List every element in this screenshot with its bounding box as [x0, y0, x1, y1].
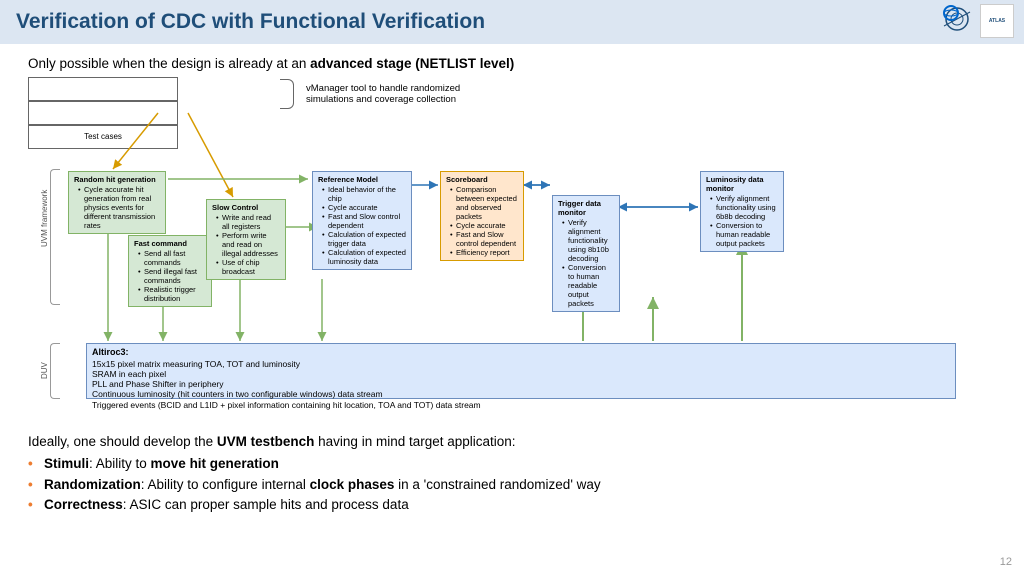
bullet-stimuli: Stimuli: Ability to move hit generation [28, 454, 601, 474]
subtitle: Only possible when the design is already… [0, 44, 1024, 75]
altiroc-box: Altiroc3: 15x15 pixel matrix measuring T… [86, 343, 956, 399]
cern-logo [942, 4, 976, 38]
bottom-text: Ideally, one should develop the UVM test… [28, 432, 601, 515]
page-title: Verification of CDC with Functional Veri… [16, 10, 485, 34]
reference-model-box: Reference ModelIdeal behavior of the chi… [312, 171, 412, 270]
atlas-logo: ATLAS [980, 4, 1014, 38]
uvm-label: UVM framework [40, 190, 49, 247]
testcases-box: Test cases [28, 125, 178, 149]
diagram-area: Test cases vManager tool to handle rando… [28, 77, 996, 397]
random-hit-box: Random hit generationCycle accurate hit … [68, 171, 166, 234]
bullet-correctness: Correctness: ASIC can proper sample hits… [28, 495, 601, 515]
trigger-monitor-box: Trigger data monitorVerify alignment fun… [552, 195, 620, 312]
scoreboard-box: ScoreboardComparison between expected an… [440, 171, 524, 261]
testcases-stack [28, 77, 178, 101]
bracket-icon [280, 79, 294, 109]
duv-bracket [50, 343, 60, 399]
fast-command-box: Fast commandSend all fast commandsSend i… [128, 235, 212, 307]
duv-label: DUV [40, 362, 49, 379]
page-number: 12 [1000, 556, 1012, 568]
uvm-bracket [50, 169, 60, 305]
testcases-stack [28, 101, 178, 125]
vmanager-note: vManager tool to handle randomized simul… [306, 83, 506, 105]
luminosity-monitor-box: Luminosity data monitorVerify alignment … [700, 171, 784, 252]
bullet-randomization: Randomization: Ability to configure inte… [28, 475, 601, 495]
logo-area: ATLAS [942, 4, 1014, 38]
slow-control-box: Slow ControlWrite and read all registers… [206, 199, 286, 280]
